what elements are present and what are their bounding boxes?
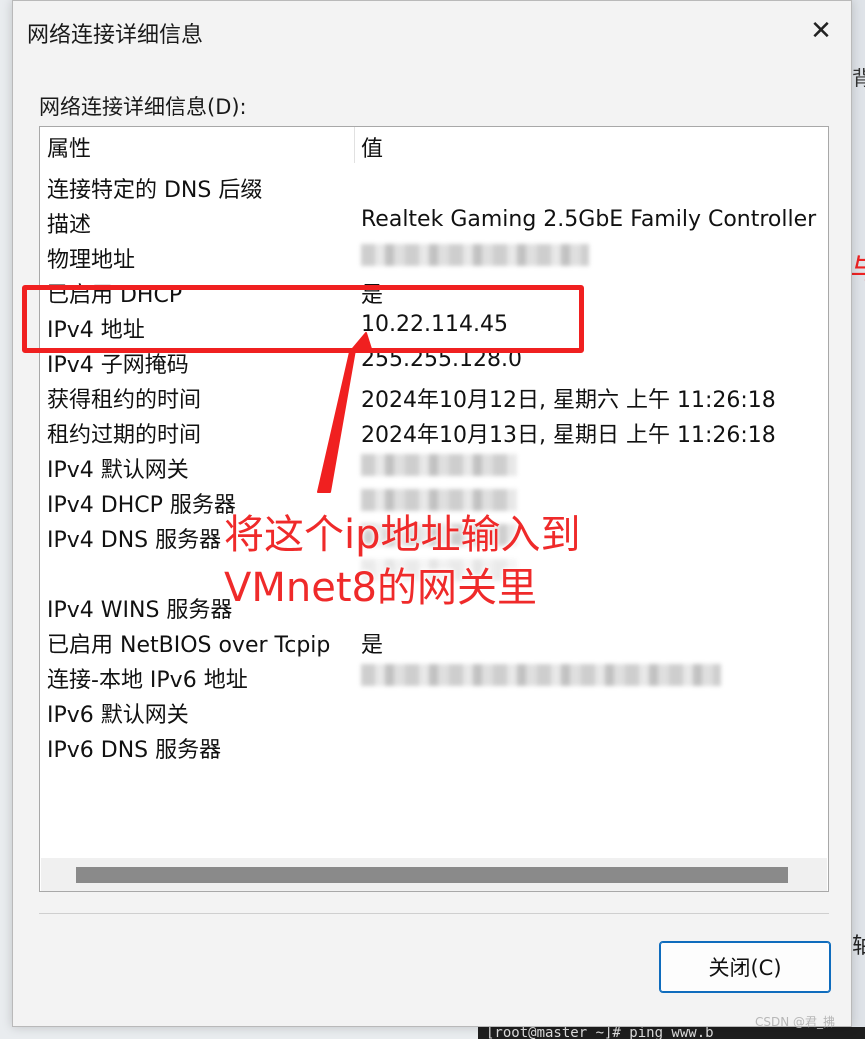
column-header-value[interactable]: 值 <box>361 131 383 163</box>
row-value: 是 <box>361 633 384 658</box>
table-row[interactable]: 获得租约的时间 2024年10月12日, 星期六 上午 11:26:18 <box>40 378 828 413</box>
close-window-icon[interactable]: ✕ <box>801 13 841 49</box>
redacted-value <box>361 452 517 477</box>
table-row[interactable]: IPv4 默认网关 <box>40 448 828 483</box>
table-row[interactable]: IPv6 默认网关 <box>40 693 828 728</box>
background-text-fragment-2: 轴 <box>852 934 865 959</box>
row-property: 获得租约的时间 <box>47 388 202 413</box>
table-row[interactable]: 物理地址 <box>40 238 828 273</box>
row-value: 2024年10月13日, 星期日 上午 11:26:18 <box>361 423 776 448</box>
background-annotation-fragment: 与 <box>850 245 865 300</box>
table-row[interactable]: 租约过期的时间 2024年10月13日, 星期日 上午 11:26:18 <box>40 413 828 448</box>
row-property: 已启用 NetBIOS over Tcpip <box>47 633 331 658</box>
annotation-text-line-2: VMnet8的网关里 <box>224 565 537 611</box>
background-text-fragment: 背 <box>852 66 865 90</box>
column-header-row: 属性 值 <box>40 127 828 163</box>
title-bar[interactable]: 网络连接详细信息 ✕ <box>13 1 851 61</box>
table-row[interactable]: 连接特定的 DNS 后缀 <box>40 168 828 203</box>
redacted-value <box>361 662 721 687</box>
background-window-edge <box>850 0 865 1039</box>
annotation-text-line-1: 将这个ip地址输入到 <box>224 512 581 558</box>
annotation-highlight-box <box>22 285 584 353</box>
row-value: 2024年10月12日, 星期六 上午 11:26:18 <box>361 388 776 413</box>
row-property: IPv4 DNS 服务器 <box>47 528 222 553</box>
row-property: IPv4 DHCP 服务器 <box>47 493 236 518</box>
row-property: 连接-本地 IPv6 地址 <box>47 668 248 693</box>
row-property: IPv6 默认网关 <box>47 703 189 728</box>
table-row[interactable]: IPv6 DNS 服务器 <box>40 728 828 763</box>
row-property: 物理地址 <box>47 248 136 273</box>
table-row[interactable]: 描述 Realtek Gaming 2.5GbE Family Controll… <box>40 203 828 238</box>
row-property: IPv6 DNS 服务器 <box>47 738 222 763</box>
horizontal-scrollbar-thumb[interactable] <box>76 867 788 883</box>
column-header-property[interactable]: 属性 <box>47 131 91 163</box>
row-property: IPv4 WINS 服务器 <box>47 598 233 623</box>
row-property: 连接特定的 DNS 后缀 <box>47 178 263 203</box>
row-property: 描述 <box>47 213 92 238</box>
close-button[interactable]: 关闭(C) <box>659 941 831 993</box>
row-property: 租约过期的时间 <box>47 423 202 448</box>
row-value: Realtek Gaming 2.5GbE Family Controller <box>361 207 817 232</box>
divider <box>39 913 829 914</box>
horizontal-scrollbar[interactable] <box>41 858 827 891</box>
row-property: IPv4 默认网关 <box>47 458 189 483</box>
watermark: CSDN @君_拂 <box>755 1015 836 1029</box>
details-list-label: 网络连接详细信息(D): <box>39 95 247 119</box>
table-row[interactable]: 连接-本地 IPv6 地址 <box>40 658 828 693</box>
dialog-title: 网络连接详细信息 <box>27 23 204 48</box>
redacted-value <box>361 242 589 267</box>
table-row[interactable]: 已启用 NetBIOS over Tcpip 是 <box>40 623 828 658</box>
